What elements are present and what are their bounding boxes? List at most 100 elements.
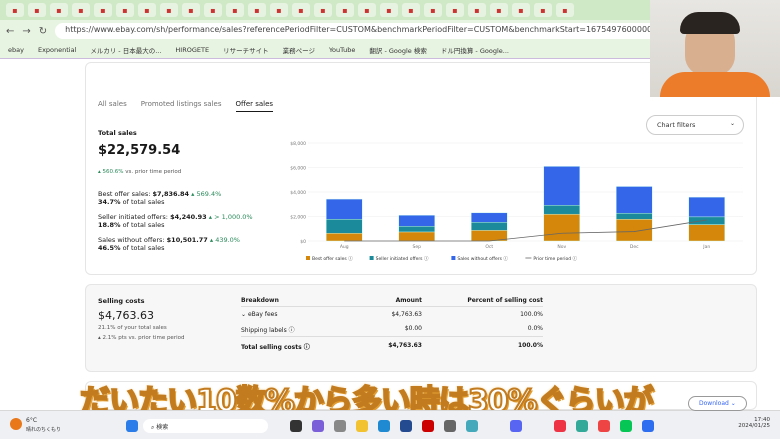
ebay-fees-percent: 100.0% [520,311,543,318]
bar-segment [326,198,363,220]
back-icon[interactable]: ← [6,26,14,37]
chrome-icon[interactable] [598,420,610,432]
browser-tab[interactable]: ▪ [72,3,90,17]
browser-tab[interactable]: ▪ [6,3,24,17]
taskbar: 6°C 晴れのちくもり ⌕ 検索 17:40 2024/01/25 [0,410,780,439]
shipping-amount: $0.00 [404,325,422,332]
bookmark[interactable]: 業務ページ [283,45,315,55]
app-icon[interactable] [400,420,412,432]
app-icon[interactable] [312,420,324,432]
taskbar-search[interactable]: ⌕ 検索 [143,419,268,433]
download-button[interactable]: Download ⌄ [688,396,747,411]
app-icon[interactable] [466,420,478,432]
bookmark[interactable]: HIROGETE [175,46,209,54]
info-icon[interactable]: ⓘ [304,344,310,351]
weather-temp[interactable]: 6°C [26,417,37,424]
browser-tab[interactable]: ▪ [468,3,486,17]
bar-segment [616,186,653,214]
bookmark[interactable]: ebay [8,46,24,54]
legend-label: Seller initiated offers ⓘ [376,255,429,262]
browser-tab[interactable]: ▪ [402,3,420,17]
browser-tab[interactable]: ▪ [446,3,464,17]
browser-tab[interactable]: ▪ [358,3,376,17]
browser-tab[interactable]: ▪ [50,3,68,17]
zoom-icon[interactable] [642,420,654,432]
bar-segment [688,224,725,242]
browser-tab[interactable]: ▪ [292,3,310,17]
app-icon[interactable] [290,420,302,432]
bookmark[interactable]: ドル円換算 - Google... [441,45,509,55]
bar-segment [688,196,725,218]
app-icon[interactable] [334,420,346,432]
y-tick-label: $6,000 [290,166,306,172]
y-tick-label: $4,000 [290,190,306,196]
browser-tab[interactable]: ▪ [336,3,354,17]
row-ebay-fees[interactable]: ⌄ eBay fees [241,311,278,318]
browser-tab[interactable]: ▪ [94,3,112,17]
legend-swatch [451,256,456,260]
bookmark[interactable]: YouTube [329,46,355,54]
app-icon[interactable] [422,420,434,432]
reload-icon[interactable]: ↻ [39,26,47,37]
bar-segment [398,226,435,233]
browser-tab[interactable]: ▪ [314,3,332,17]
start-icon[interactable] [126,420,138,432]
bar-segment [543,213,580,242]
browser-tab[interactable]: ▪ [160,3,178,17]
bar-segment [471,222,508,231]
bar-segment [688,216,725,225]
shipping-percent: 0.0% [527,325,543,332]
browser-tab[interactable]: ▪ [204,3,222,17]
browser-tab[interactable]: ▪ [116,3,134,17]
legend-swatch [369,256,374,260]
bar-segment [398,231,435,242]
browser-tab[interactable]: ▪ [534,3,552,17]
discord-icon[interactable] [510,420,522,432]
browser-tab[interactable]: ▪ [380,3,398,17]
total-percent: 100.0% [518,342,543,349]
browser-tab[interactable]: ▪ [424,3,442,17]
edge-icon[interactable] [378,420,390,432]
row-shipping-labels: Shipping labels ⓘ [241,327,295,334]
x-tick-label: Oct [485,244,493,250]
bar-segment [616,218,653,242]
browser-tab[interactable]: ▪ [28,3,46,17]
folder-icon[interactable] [356,420,368,432]
line-icon[interactable] [620,420,632,432]
browser-tab[interactable]: ▪ [138,3,156,17]
bar-segment [326,218,363,234]
total-amount: $4,763.63 [388,342,422,349]
browser-tab[interactable]: ▪ [182,3,200,17]
info-icon[interactable]: ⓘ [289,327,295,334]
browser-tab[interactable]: ▪ [512,3,530,17]
selling-costs-change: 2.1% pts vs. prior time period [102,335,185,341]
weather-desc[interactable]: 晴れのちくもり [26,426,61,433]
header-amount: Amount [395,297,422,304]
bar-segment [398,215,435,227]
selling-costs-value: $4,763.63 [98,309,154,322]
browser-tab[interactable]: ▪ [248,3,266,17]
app-icon[interactable] [444,420,456,432]
x-tick-label: Aug [340,244,349,250]
bar-segment [471,212,508,223]
chrome-icon[interactable] [554,420,566,432]
browser-tab[interactable]: ▪ [226,3,244,17]
forward-icon[interactable]: → [22,26,30,37]
browser-tab[interactable]: ▪ [556,3,574,17]
bookmark[interactable]: リサーチサイト [223,45,269,55]
selling-costs-share: 21.1% of your total sales [98,325,167,331]
bar-segment [543,166,580,206]
header-percent: Percent of selling cost [467,297,543,304]
selling-costs-card: Selling costs $4,763.63 21.1% of your to… [85,284,757,372]
bookmark[interactable]: Exponential [38,46,76,54]
clock[interactable]: 17:40 2024/01/25 [738,417,770,429]
bookmark[interactable]: メルカリ - 日本最大の... [90,45,161,55]
bar-segment [543,205,580,215]
bookmark[interactable]: 翻訳 - Google 検索 [369,45,426,55]
x-tick-label: Nov [557,244,566,250]
legend-label: Sales without offers ⓘ [457,255,508,262]
bar-segment [616,212,653,220]
chrome-icon[interactable] [576,420,588,432]
browser-tab[interactable]: ▪ [490,3,508,17]
browser-tab[interactable]: ▪ [270,3,288,17]
